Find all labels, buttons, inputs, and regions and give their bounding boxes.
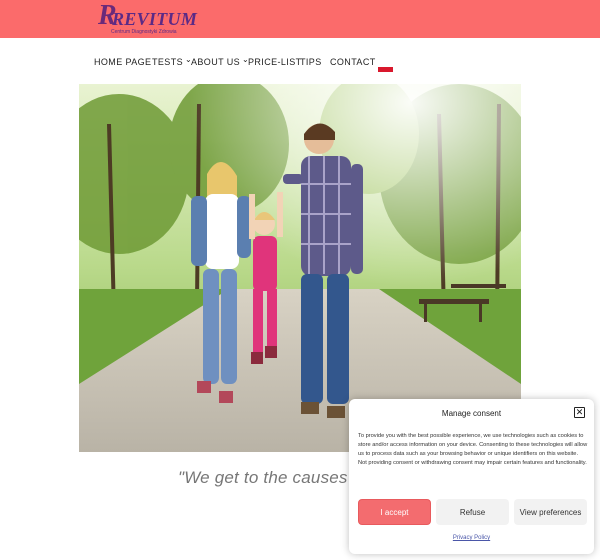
logo-tagline: Centrum Diagnostyki Zdrowia (111, 29, 177, 35)
refuse-button[interactable]: Refuse (436, 499, 509, 525)
view-preferences-button[interactable]: View preferences (514, 499, 587, 525)
nav-item-home-page[interactable]: HOME PAGE (94, 57, 151, 67)
cookie-consent-dialog: Manage consent ✕ To provide you with the… (349, 399, 594, 554)
consent-title: Manage consent (441, 409, 502, 418)
accept-button[interactable]: I accept (358, 499, 431, 525)
nav-item-label: ABOUT US (191, 57, 241, 67)
nav-item-label: PRICE-LIST (248, 57, 302, 67)
poland-flag-icon[interactable] (378, 64, 393, 72)
nav-item-price-list[interactable]: PRICE-LIST (248, 57, 302, 67)
nav-item-label: CONTACT (330, 57, 376, 67)
hero-image (79, 84, 521, 452)
nav-item-label: TIPS (300, 57, 322, 67)
nav-item-contact[interactable]: CONTACT (330, 57, 376, 67)
nav-item-tests[interactable]: TESTS ⌄ (152, 56, 192, 68)
revitum-logo[interactable]: R REVITUM Centrum Diagnostyki Zdrowia (98, 2, 197, 36)
nav-item-label: TESTS (152, 57, 184, 67)
close-icon[interactable]: ✕ (574, 407, 585, 418)
nav-item-label: HOME PAGE (94, 57, 152, 67)
privacy-policy-link[interactable]: Privacy Policy (349, 535, 594, 541)
nav-item-about-us[interactable]: ABOUT US ⌄ (191, 56, 249, 68)
logo-wordmark: REVITUM (112, 9, 198, 29)
consent-message: To provide you with the best possible ex… (358, 433, 588, 466)
nav-item-tips[interactable]: TIPS (300, 57, 322, 67)
header-bar: R REVITUM Centrum Diagnostyki Zdrowia (0, 0, 600, 38)
main-navigation: HOME PAGE TESTS ⌄ ABOUT US ⌄ PRICE-LIST … (0, 52, 600, 74)
